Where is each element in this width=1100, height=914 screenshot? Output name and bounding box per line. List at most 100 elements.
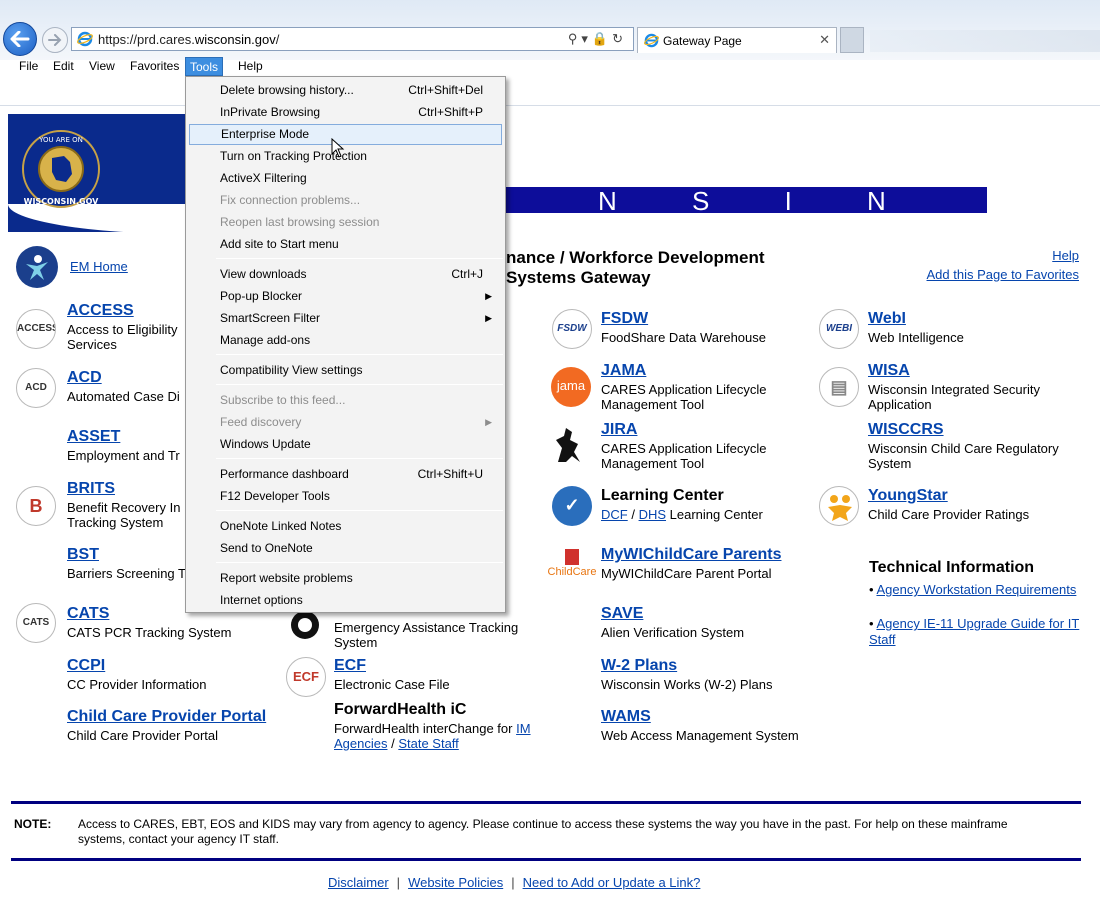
add-update-link[interactable]: Need to Add or Update a Link? — [523, 875, 701, 890]
menu-item-f12-tools[interactable]: F12 Developer Tools — [189, 486, 502, 507]
menu-favorites[interactable]: Favorites — [126, 57, 183, 76]
menu-item-tracking-protection[interactable]: Turn on Tracking Protection — [189, 146, 502, 167]
menu-tools[interactable]: Tools — [185, 57, 224, 76]
app-entry-wisccrs: WISCCRS Wisconsin Child Care Regulatory … — [868, 420, 1059, 471]
app-link[interactable]: ACD — [67, 368, 180, 387]
submenu-arrow-icon: ▶ — [485, 313, 492, 323]
app-link[interactable]: FSDW — [601, 309, 766, 328]
menu-item-manage-addons[interactable]: Manage add-ons — [189, 330, 502, 351]
menu-separator — [216, 458, 503, 459]
app-link[interactable]: JIRA — [601, 420, 766, 439]
back-button[interactable] — [3, 22, 37, 56]
app-title: Learning Center — [601, 487, 724, 504]
page-title-line2: Systems Gateway — [506, 268, 651, 287]
app-link[interactable]: YoungStar — [868, 486, 1029, 505]
app-desc: Employment and Tr — [67, 448, 180, 463]
menu-item-fix-connection: Fix connection problems... — [220, 193, 361, 207]
app-desc: Barriers Screening T — [67, 566, 186, 581]
mouse-cursor-icon — [331, 138, 345, 158]
tab-gateway-page[interactable]: Gateway Page ✕ — [637, 27, 837, 53]
menu-view[interactable]: View — [85, 57, 119, 76]
forward-button[interactable] — [42, 27, 68, 53]
menu-item-smartscreen[interactable]: SmartScreen Filter ▶ — [189, 308, 502, 329]
app-entry-acd: ACD Automated Case Di — [67, 368, 180, 404]
dhs-link[interactable]: DHS — [639, 507, 666, 522]
app-entry-child-care-provider-portal: Child Care Provider Portal Child Care Pr… — [67, 707, 266, 743]
menu-item-report-problems[interactable]: Report website problems — [189, 568, 502, 589]
app-link[interactable]: Child Care Provider Portal — [67, 707, 266, 726]
ecf-logo-icon: ECF — [286, 657, 326, 697]
menu-file[interactable]: File — [15, 57, 42, 76]
menu-item-performance-dashboard[interactable]: Performance dashboard Ctrl+Shift+U — [189, 464, 502, 485]
app-desc: CARES Application Lifecycle — [601, 441, 767, 456]
refresh-icon[interactable]: ↻ — [612, 31, 627, 46]
forward-arrow-icon — [48, 34, 62, 46]
close-tab-icon[interactable]: ✕ — [819, 32, 830, 48]
app-link[interactable]: WebI — [868, 309, 964, 328]
app-link[interactable]: ACCESS — [67, 301, 178, 320]
menu-item-delete-history[interactable]: Delete browsing history... Ctrl+Shift+Del — [189, 80, 502, 101]
app-desc: Web Access Management System — [601, 728, 799, 743]
app-link[interactable]: WISA — [868, 361, 1040, 380]
app-desc: Application — [868, 397, 932, 412]
menu-item-internet-options[interactable]: Internet options — [189, 590, 502, 611]
app-link[interactable]: BRITS — [67, 479, 180, 498]
brits-logo-icon: B — [16, 486, 56, 526]
cats-logo-icon: CATS — [16, 603, 56, 643]
menu-help[interactable]: Help — [234, 57, 267, 76]
app-link[interactable]: JAMA — [601, 361, 766, 380]
menu-item-send-to-onenote[interactable]: Send to OneNote — [189, 538, 502, 559]
menu-item-enterprise-mode[interactable]: Enterprise Mode — [189, 124, 502, 145]
app-link[interactable]: SAVE — [601, 604, 744, 623]
jira-godzilla-icon — [550, 426, 586, 469]
app-desc: Tracking System — [67, 515, 164, 530]
em-home-icon[interactable] — [16, 246, 58, 288]
app-desc: Alien Verification System — [601, 625, 745, 640]
help-link[interactable]: Help — [1052, 248, 1079, 263]
app-link[interactable]: BST — [67, 545, 186, 564]
ie11-upgrade-guide-link[interactable]: Agency IE-11 Upgrade Guide for IT Staff — [869, 616, 1079, 647]
dcf-link[interactable]: DCF — [601, 507, 628, 522]
app-entry-jama: JAMA CARES Application Lifecycle Managem… — [601, 361, 766, 412]
menu-item-inprivate[interactable]: InPrivate Browsing Ctrl+Shift+P — [189, 102, 502, 123]
menu-item-activex-filtering[interactable]: ActiveX Filtering — [189, 168, 502, 189]
app-desc: Wisconsin Child Care Regulatory — [868, 441, 1059, 456]
ie-logo-icon — [644, 33, 659, 48]
menu-bar: File Edit View Favorites Tools Help — [0, 56, 1100, 76]
app-link[interactable]: ASSET — [67, 427, 180, 446]
add-to-favorites-link[interactable]: Add this Page to Favorites — [927, 267, 1079, 282]
address-tools: ⚲▾🔒↻ — [568, 31, 627, 47]
menu-item-onenote-linked[interactable]: OneNote Linked Notes — [189, 516, 502, 537]
app-entry-asset: ASSET Employment and Tr — [67, 427, 180, 463]
toolbar-strip — [0, 77, 1100, 106]
app-link[interactable]: CCPI — [67, 656, 206, 675]
address-bar[interactable]: https://prd.cares.wisconsin.gov/ ⚲▾🔒↻ — [71, 27, 634, 51]
app-desc: Access to Eligibility — [67, 322, 178, 337]
menu-item-view-downloads[interactable]: View downloads Ctrl+J — [189, 264, 502, 285]
back-arrow-icon — [10, 31, 30, 47]
menu-item-compatibility-view[interactable]: Compatibility View settings — [189, 360, 502, 381]
menu-item-popup-blocker[interactable]: Pop-up Blocker ▶ — [189, 286, 502, 307]
app-desc: Child Care Provider Portal — [67, 728, 219, 743]
search-icon[interactable]: ⚲ — [568, 31, 582, 46]
menu-edit[interactable]: Edit — [49, 57, 78, 76]
website-policies-link[interactable]: Website Policies — [408, 875, 503, 890]
dropdown-icon[interactable]: ▾ — [581, 31, 592, 46]
menu-item-windows-update[interactable]: Windows Update — [189, 434, 502, 455]
app-link[interactable]: WISCCRS — [868, 420, 1059, 439]
app-link[interactable]: ECF — [334, 656, 450, 675]
app-link[interactable]: MyWIChildCare Parents — [601, 545, 781, 564]
app-entry-bst: BST Barriers Screening T — [67, 545, 186, 581]
app-desc: Management Tool — [601, 397, 705, 412]
em-home-link[interactable]: EM Home — [70, 259, 128, 274]
app-desc: Electronic Case File — [334, 677, 450, 692]
disclaimer-link[interactable]: Disclaimer — [328, 875, 389, 890]
new-tab-button[interactable] — [840, 27, 864, 53]
app-link[interactable]: WAMS — [601, 707, 799, 726]
app-link[interactable]: W-2 Plans — [601, 656, 772, 675]
app-title: ForwardHealth iC — [334, 701, 467, 718]
wisconsin-gov-seal[interactable]: WISCONSIN.GOV YOU ARE ON — [22, 130, 100, 208]
agency-workstation-link[interactable]: Agency Workstation Requirements — [876, 582, 1076, 597]
menu-item-add-to-start[interactable]: Add site to Start menu — [189, 234, 502, 255]
state-staff-link[interactable]: State Staff — [398, 736, 458, 751]
